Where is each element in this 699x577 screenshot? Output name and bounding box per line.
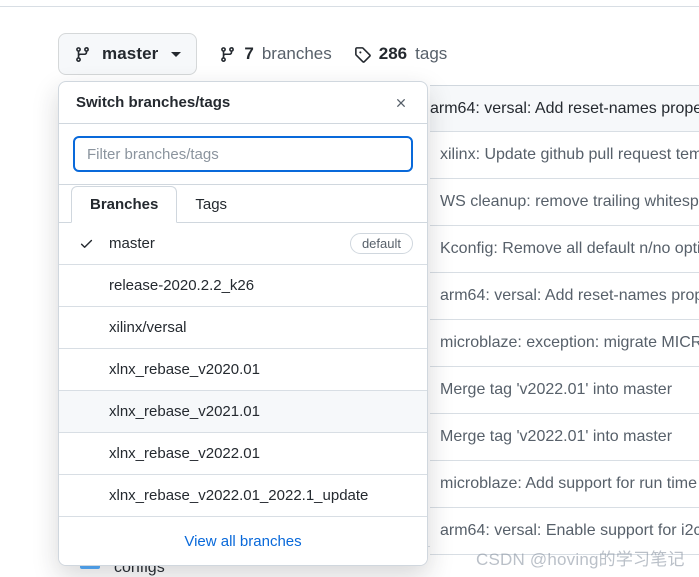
commit-row-latest[interactable]: arm64: versal: Add reset-names property (430, 86, 699, 132)
default-branch-badge: default (349, 233, 413, 254)
commit-row[interactable]: arm64: versal: Add reset-names property (430, 273, 699, 320)
branch-item[interactable]: master default (59, 223, 427, 265)
commit-message: xilinx: Update github pull request templ… (440, 146, 699, 163)
commit-message: Merge tag 'v2022.01' into master (440, 428, 673, 445)
git-branch-icon (74, 46, 91, 63)
commit-row[interactable]: arm64: versal: Enable support for i2c (430, 508, 699, 555)
commit-row[interactable]: xilinx: Update github pull request templ… (430, 132, 699, 179)
commit-message: WS cleanup: remove trailing whitespace (440, 193, 699, 210)
branch-item[interactable]: xlnx_rebase_v2021.01 (59, 391, 427, 433)
dropdown-tabs: Branches Tags (59, 185, 427, 223)
branch-item-name: xlnx_rebase_v2021.01 (109, 403, 260, 420)
page-root: master 7 branches 286 tags arm64: versal… (0, 0, 699, 576)
commit-row[interactable]: microblaze: exception: migrate MICROBLAZ… (430, 320, 699, 367)
branch-item-name: xlnx_rebase_v2022.01_2022.1_update (109, 487, 369, 504)
branch-item-name: xlnx_rebase_v2020.01 (109, 361, 260, 378)
branch-item[interactable]: xilinx/versal (59, 307, 427, 349)
branch-selector-button[interactable]: master (58, 33, 198, 75)
branch-item[interactable]: release-2020.2.2_k26 (59, 265, 427, 307)
branches-count-value: 7 (244, 44, 254, 63)
commit-row[interactable]: Merge tag 'v2022.01' into master (430, 367, 699, 414)
tab-branches[interactable]: Branches (71, 186, 178, 223)
tags-count-label: tags (415, 44, 448, 63)
top-divider (0, 6, 699, 7)
commit-row[interactable]: Merge tag 'v2022.01' into master (430, 414, 699, 461)
commit-message-list: arm64: versal: Add reset-names property x… (430, 85, 699, 555)
commit-message: Kconfig: Remove all default n/no options (440, 240, 699, 257)
branch-switcher-dropdown: Switch branches/tags BranchesTags master… (58, 81, 428, 566)
git-branch-icon (219, 46, 236, 63)
tag-icon (354, 46, 371, 63)
dropdown-header: Switch branches/tags (59, 82, 427, 124)
view-all-branches-link[interactable]: View all branches (184, 533, 301, 550)
commit-message: arm64: versal: Add reset-names property (430, 99, 699, 117)
branch-item-name: master (109, 235, 155, 252)
commit-message: arm64: versal: Enable support for i2c (440, 522, 699, 539)
branch-item-name: release-2020.2.2_k26 (109, 277, 255, 294)
branch-item-name: xlnx_rebase_v2022.01 (109, 445, 260, 462)
branch-item[interactable]: xlnx_rebase_v2022.01_2022.1_update (59, 475, 427, 517)
repo-toolbar: master 7 branches 286 tags (58, 33, 447, 75)
tags-count-value: 286 (378, 44, 408, 63)
commit-message: arm64: versal: Add reset-names property (440, 287, 699, 304)
check-icon (79, 236, 95, 251)
commit-message: microblaze: Add support for run time (440, 475, 698, 492)
branch-item-name: xilinx/versal (109, 319, 187, 336)
tags-count[interactable]: 286 tags (354, 44, 448, 64)
commit-row[interactable]: microblaze: Add support for run time (430, 461, 699, 508)
dropdown-filter-row (59, 124, 427, 185)
branch-list: master default release-2020.2.2_k26 xilinx/… (59, 223, 427, 517)
branch-item[interactable]: xlnx_rebase_v2020.01 (59, 349, 427, 391)
close-icon[interactable] (390, 92, 412, 114)
commit-message: Merge tag 'v2022.01' into master (440, 381, 673, 398)
commit-row[interactable]: WS cleanup: remove trailing whitespace (430, 179, 699, 226)
branches-count[interactable]: 7 branches (219, 44, 332, 64)
tab-tags[interactable]: Tags (177, 186, 245, 223)
chevron-down-icon (171, 51, 182, 57)
commit-row[interactable]: Kconfig: Remove all default n/no options (430, 226, 699, 273)
dropdown-title: Switch branches/tags (76, 94, 231, 111)
branches-count-label: branches (261, 44, 332, 63)
branch-selector-label: master (102, 44, 159, 63)
filter-branches-input[interactable] (73, 136, 413, 172)
branch-item[interactable]: xlnx_rebase_v2022.01 (59, 433, 427, 475)
commit-message: microblaze: exception: migrate MICROBLAZ… (440, 334, 699, 351)
dropdown-footer: View all branches (59, 517, 427, 565)
